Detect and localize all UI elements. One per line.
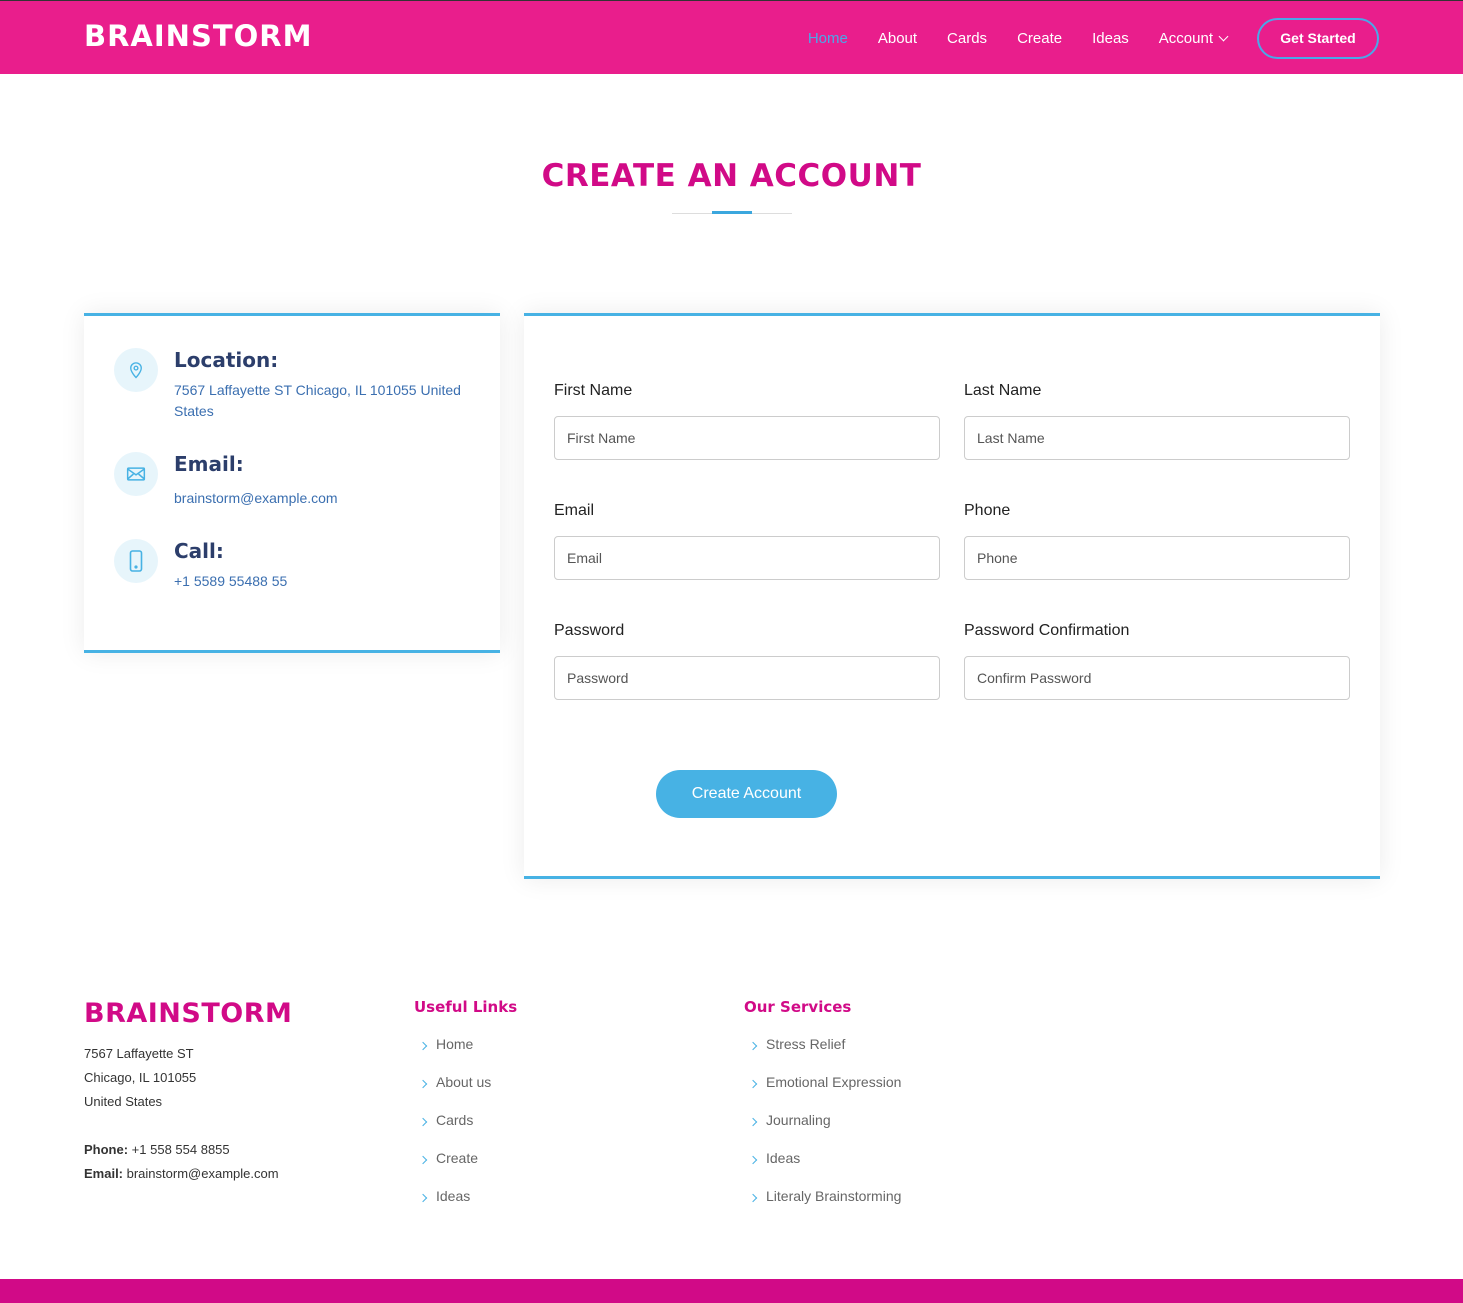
footer-useful-links: Useful Links Home About us Cards Create …: [414, 998, 518, 1204]
footer-link-cards[interactable]: Cards: [418, 1112, 491, 1150]
chevron-right-icon: [418, 1117, 428, 1127]
call-heading: Call:: [174, 539, 224, 563]
footer-service-item[interactable]: Ideas: [748, 1150, 901, 1188]
location-text: 7567 Laffayette ST Chicago, IL 101055 Un…: [174, 382, 461, 419]
email-text[interactable]: brainstorm@example.com: [174, 488, 484, 509]
footer-phone-label: Phone:: [84, 1142, 129, 1157]
chevron-right-icon: [418, 1155, 428, 1165]
main-nav: Home About Cards Create Ideas Account Ge…: [778, 17, 1379, 59]
nav-home[interactable]: Home: [808, 30, 848, 47]
footer-link-label[interactable]: Ideas: [436, 1188, 470, 1204]
footer-link-ideas[interactable]: Ideas: [418, 1188, 491, 1226]
footer-service-item[interactable]: Journaling: [748, 1112, 901, 1150]
title-divider-accent: [712, 211, 752, 214]
footer-service-label[interactable]: Emotional Expression: [766, 1074, 901, 1090]
footer-address-line: Chicago, IL 101055: [84, 1070, 197, 1085]
footer-email-label: Email:: [84, 1166, 124, 1181]
nav-ideas[interactable]: Ideas: [1092, 30, 1129, 47]
site-logo[interactable]: BRAINSTORM: [84, 19, 312, 53]
services-list: Stress Relief Emotional Expression Journ…: [748, 1036, 901, 1226]
footer-link-home[interactable]: Home: [418, 1036, 491, 1074]
footer-logo: BRAINSTORM: [84, 998, 293, 1029]
footer-service-label[interactable]: Stress Relief: [766, 1036, 845, 1052]
site-header: BRAINSTORM Home About Cards Create Ideas…: [0, 0, 1463, 74]
password-confirmation-input[interactable]: [964, 656, 1350, 700]
password-confirmation-label: Password Confirmation: [964, 622, 1130, 639]
phone-icon: [114, 539, 158, 583]
first-name-label: First Name: [554, 382, 633, 399]
footer-link-label[interactable]: Create: [436, 1150, 478, 1166]
phone-label: Phone: [964, 502, 1011, 519]
chevron-right-icon: [418, 1041, 428, 1051]
email-label: Email: [554, 502, 595, 519]
page-title: CREATE AN ACCOUNT: [541, 158, 922, 194]
footer-service-label[interactable]: Literaly Brainstorming: [766, 1188, 901, 1204]
nav-account[interactable]: Account: [1158, 29, 1229, 47]
footer-phone-value: +1 558 554 8855: [128, 1142, 230, 1157]
last-name-label: Last Name: [964, 382, 1042, 399]
chevron-right-icon: [748, 1041, 758, 1051]
chevron-right-icon: [418, 1193, 428, 1203]
footer-contact: Phone: +1 558 554 8855 Email: brainstorm…: [84, 1138, 279, 1186]
footer-address-line: United States: [84, 1094, 163, 1109]
useful-links-list: Home About us Cards Create Ideas: [418, 1036, 491, 1226]
nav-cards[interactable]: Cards: [947, 30, 987, 47]
nav-about[interactable]: About: [878, 30, 917, 47]
phone-input[interactable]: [964, 536, 1350, 580]
footer-service-item[interactable]: Stress Relief: [748, 1036, 901, 1074]
chevron-right-icon: [748, 1079, 758, 1089]
services-title: Our Services: [744, 998, 852, 1016]
footer-link-label[interactable]: Home: [436, 1036, 473, 1052]
footer-service-label[interactable]: Ideas: [766, 1150, 800, 1166]
footer-link-label[interactable]: About us: [436, 1074, 491, 1090]
password-input[interactable]: [554, 656, 940, 700]
footer-phone: Phone: +1 558 554 8855: [84, 1138, 279, 1162]
footer-bottom-bar: [0, 1279, 1463, 1303]
first-name-input[interactable]: [554, 416, 940, 460]
create-account-form: First Name Last Name Email Phone Passwor…: [524, 313, 1380, 879]
footer-service-label[interactable]: Journaling: [766, 1112, 831, 1128]
chevron-right-icon: [748, 1193, 758, 1203]
email-heading: Email:: [174, 452, 244, 476]
footer-link-about[interactable]: About us: [418, 1074, 491, 1112]
footer-link-create[interactable]: Create: [418, 1150, 491, 1188]
contact-info-card: Location: 7567 Laffayette ST Chicago, IL…: [84, 313, 500, 653]
useful-links-title: Useful Links: [414, 998, 518, 1016]
chevron-right-icon: [748, 1155, 758, 1165]
footer-service-item[interactable]: Emotional Expression: [748, 1074, 901, 1112]
chevron-right-icon: [748, 1117, 758, 1127]
last-name-input[interactable]: [964, 416, 1350, 460]
footer-email: Email: brainstorm@example.com: [84, 1162, 279, 1186]
password-label: Password: [554, 622, 625, 639]
footer-service-item[interactable]: Literaly Brainstorming: [748, 1188, 901, 1226]
call-text[interactable]: +1 5589 55488 55: [174, 571, 484, 592]
footer-services: Our Services Stress Relief Emotional Exp…: [744, 998, 901, 1204]
footer-address: 7567 Laffayette ST Chicago, IL 101055 Un…: [84, 1042, 196, 1114]
create-account-button[interactable]: Create Account: [656, 770, 837, 818]
envelope-icon: [114, 452, 158, 496]
email-input[interactable]: [554, 536, 940, 580]
nav-account-label: Account: [1158, 29, 1213, 47]
location-heading: Location:: [174, 348, 279, 372]
get-started-button[interactable]: Get Started: [1257, 17, 1379, 59]
nav-create[interactable]: Create: [1017, 30, 1062, 47]
chevron-down-icon: [1218, 31, 1229, 41]
chevron-right-icon: [418, 1079, 428, 1089]
footer-address-line: 7567 Laffayette ST: [84, 1046, 194, 1061]
map-pin-icon: [114, 348, 158, 392]
footer-email-value: brainstorm@example.com: [123, 1166, 279, 1181]
footer-link-label[interactable]: Cards: [436, 1112, 473, 1128]
